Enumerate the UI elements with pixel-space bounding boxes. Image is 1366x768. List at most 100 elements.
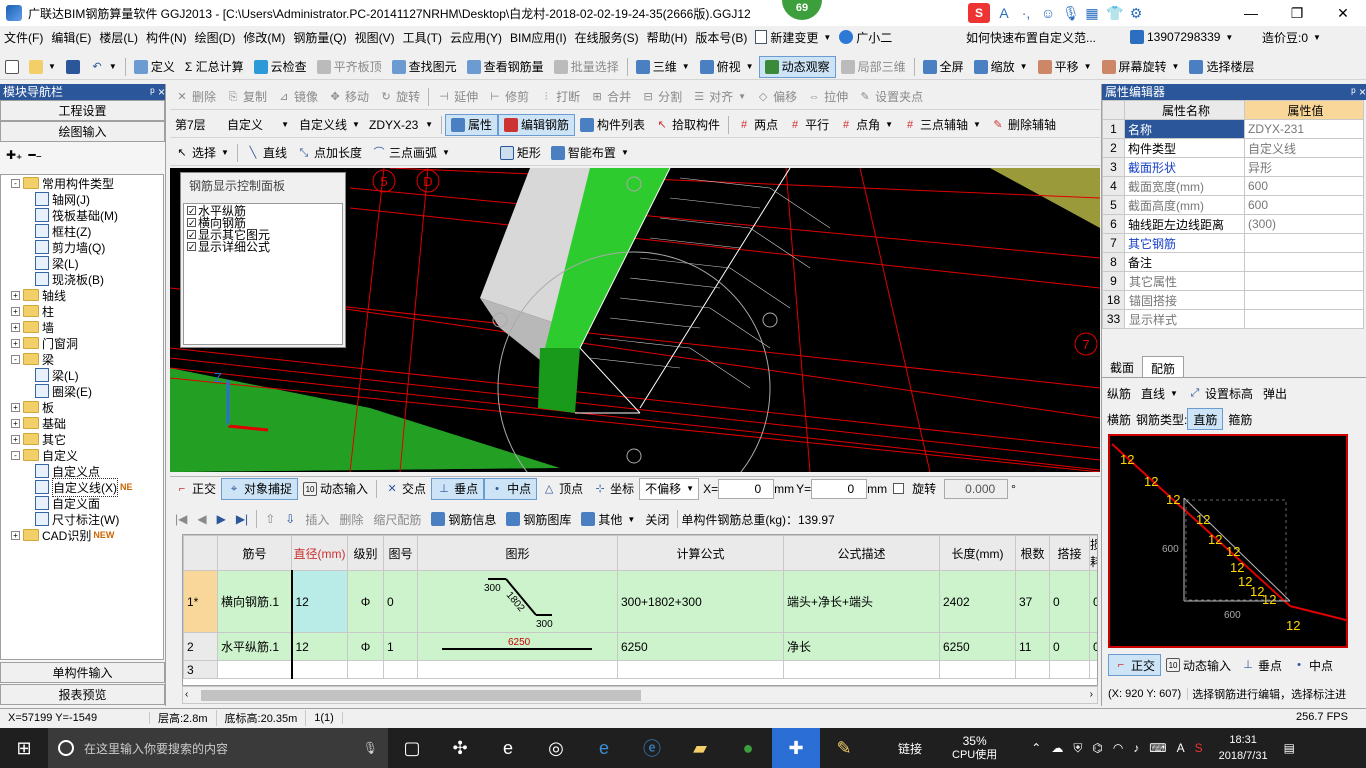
lap-cell[interactable] xyxy=(1049,660,1090,679)
move-down-button[interactable]: ⇩ xyxy=(280,508,300,530)
pick-component-button[interactable]: ↖ 拾取构件 xyxy=(650,114,725,136)
property-row[interactable]: 1 名称 ZDYX-231 xyxy=(1102,119,1364,139)
property-value[interactable] xyxy=(1244,309,1364,329)
guangxiaoer-button[interactable]: 广小二 xyxy=(835,29,896,46)
insert-button[interactable]: 插入 xyxy=(300,508,334,530)
rectangle-button[interactable]: 矩形 xyxy=(495,142,546,164)
ime-lang-icon[interactable]: A xyxy=(996,5,1012,21)
pan-button[interactable]: 平移 ▼ xyxy=(1033,56,1097,78)
move-up-button[interactable]: ⇧ xyxy=(260,508,280,530)
property-row[interactable]: 33 显示样式 xyxy=(1102,309,1364,329)
browser-icon[interactable]: ◎ xyxy=(532,728,580,768)
formula-cell[interactable]: 6250 xyxy=(617,632,784,661)
offset-button[interactable]: ◇ 偏移 xyxy=(751,86,802,108)
view-rebar-qty-button[interactable]: 查看钢筋量 xyxy=(462,56,549,78)
count-cell[interactable] xyxy=(1015,660,1050,679)
tree-item[interactable]: - 自定义 xyxy=(1,447,163,463)
property-row[interactable]: 3 截面形状 异形 xyxy=(1102,157,1364,177)
expand-icon[interactable]: + xyxy=(11,402,20,412)
tree-item[interactable]: - 常用构件类型 xyxy=(1,175,163,191)
section-drawing[interactable]: 12 12 12 12 12 12 12 12 12 12 12 600 600 xyxy=(1110,436,1347,646)
menu-rebar-qty[interactable]: 钢筋量(Q) xyxy=(289,29,350,46)
rotate-checkbox[interactable] xyxy=(893,483,905,494)
line-mode-button[interactable]: 直线 ▼ xyxy=(1136,382,1183,404)
align-button[interactable]: ☰ 对齐 ▼ xyxy=(687,86,751,108)
menu-bim[interactable]: BIM应用(I) xyxy=(506,29,571,46)
edge-blue-icon[interactable]: e xyxy=(580,728,628,768)
midpoint-button[interactable]: • 中点 xyxy=(484,477,538,500)
price-bean[interactable]: 造价豆:0 ▼ xyxy=(1262,29,1321,46)
property-value[interactable]: 600 xyxy=(1244,176,1364,196)
col-count[interactable]: 根数 xyxy=(1015,535,1050,571)
fan-app-icon[interactable]: ✣ xyxy=(436,728,484,768)
delete-axis-button[interactable]: ✎ 删除辅轴 xyxy=(986,114,1061,136)
property-row[interactable]: 18 锚固搭接 xyxy=(1102,290,1364,310)
section-ortho-button[interactable]: ⌐ 正交 xyxy=(1108,654,1162,676)
grade-cell[interactable]: Φ xyxy=(347,632,384,661)
clock[interactable]: 18:31 2018/7/31 xyxy=(1219,732,1268,764)
other-button[interactable]: 其他 ▼ xyxy=(576,508,640,530)
property-row[interactable]: 7 其它钢筋 xyxy=(1102,233,1364,253)
point-angle-button[interactable]: # 点角 ▼ xyxy=(834,114,898,136)
code-select[interactable]: ZDYX-23 ▼ xyxy=(364,114,438,136)
grade-cell[interactable] xyxy=(347,660,384,679)
scroll-thumb[interactable] xyxy=(201,690,641,701)
dynamic-orbit-button[interactable]: 动态观察 xyxy=(758,55,836,78)
component-list-button[interactable]: 构件列表 xyxy=(575,114,650,136)
transverse-button[interactable]: 横筋 xyxy=(1102,408,1136,430)
tree-item[interactable]: + 基础 xyxy=(1,415,163,431)
figure-no-cell[interactable] xyxy=(383,660,418,679)
loss-cell[interactable]: 0 xyxy=(1089,632,1097,661)
property-value[interactable]: ZDYX-231 xyxy=(1244,119,1364,139)
tree-item[interactable]: 自定义线(X) NE xyxy=(1,477,163,497)
tab-section[interactable]: 截面 xyxy=(1102,356,1142,377)
property-value[interactable] xyxy=(1244,290,1364,310)
menu-draw[interactable]: 绘图(D) xyxy=(191,29,240,46)
edge-icon[interactable]: e xyxy=(484,728,532,768)
length-cell[interactable]: 2402 xyxy=(939,570,1016,633)
collapse-icon[interactable]: - xyxy=(11,354,20,364)
diameter-cell[interactable]: 12 xyxy=(291,570,348,633)
help-link[interactable]: 如何快速布置自定义范... xyxy=(966,29,1096,46)
tree-item[interactable]: + 板 xyxy=(1,399,163,415)
col-figure-no[interactable]: 图号 xyxy=(383,535,418,571)
ime-skin-icon[interactable]: 👕 xyxy=(1106,5,1123,21)
length-cell[interactable] xyxy=(939,660,1016,679)
expand-icon[interactable]: + xyxy=(11,530,20,540)
formula-desc-cell[interactable]: 端头+净长+端头 xyxy=(783,570,940,633)
last-row-button[interactable]: ▶| xyxy=(231,508,253,530)
menu-floor[interactable]: 楼层(L) xyxy=(95,29,142,46)
save-button[interactable] xyxy=(61,56,85,78)
tree-item[interactable]: + CAD识别 NEW xyxy=(1,527,163,543)
ime-punct-icon[interactable]: ·, xyxy=(1018,5,1034,21)
tree-item[interactable]: 框柱(Z) xyxy=(1,223,163,239)
scale-rebar-button[interactable]: 缩尺配筋 xyxy=(368,508,426,530)
bar-name[interactable] xyxy=(217,660,293,679)
col-length[interactable]: 长度(mm) xyxy=(939,535,1016,571)
formula-desc-cell[interactable] xyxy=(783,660,940,679)
vertex-button[interactable]: △ 顶点 xyxy=(537,478,588,500)
input-language[interactable]: A xyxy=(1177,741,1185,756)
property-value[interactable] xyxy=(1244,233,1364,253)
tree-item[interactable]: 尺寸标注(W) xyxy=(1,511,163,527)
property-row[interactable]: 6 轴线距左边线距离 (300) xyxy=(1102,214,1364,234)
property-row[interactable]: 9 其它属性 xyxy=(1102,271,1364,291)
sogou-logo[interactable]: S xyxy=(968,3,990,23)
intersection-button[interactable]: ✕ 交点 xyxy=(380,478,431,500)
ime-emoji-icon[interactable]: ☺ xyxy=(1040,5,1056,21)
col-formula[interactable]: 计算公式 xyxy=(617,535,784,571)
new-change-button[interactable]: 新建变更 ▼ xyxy=(751,29,835,46)
type-select[interactable]: 自定义 ▼ xyxy=(222,114,294,136)
formula-cell[interactable]: 300+1802+300 xyxy=(617,570,784,633)
rebar-info-button[interactable]: 钢筋信息 xyxy=(426,508,501,530)
two-point-axis-button[interactable]: # 两点 xyxy=(732,114,783,136)
loss-cell[interactable] xyxy=(1089,660,1097,679)
link-label[interactable]: 链接 xyxy=(898,740,922,757)
property-row[interactable]: 8 备注 xyxy=(1102,252,1364,272)
undo-button[interactable]: ↶ ▼ xyxy=(85,56,122,78)
single-component-input-button[interactable]: 单构件输入 xyxy=(0,662,165,683)
file-explorer-icon[interactable]: ▰ xyxy=(676,728,724,768)
open-file-button[interactable]: ▼ xyxy=(24,56,61,78)
cloud-check-button[interactable]: 云检查 xyxy=(249,56,312,78)
green-app-icon[interactable]: ● xyxy=(724,728,772,768)
